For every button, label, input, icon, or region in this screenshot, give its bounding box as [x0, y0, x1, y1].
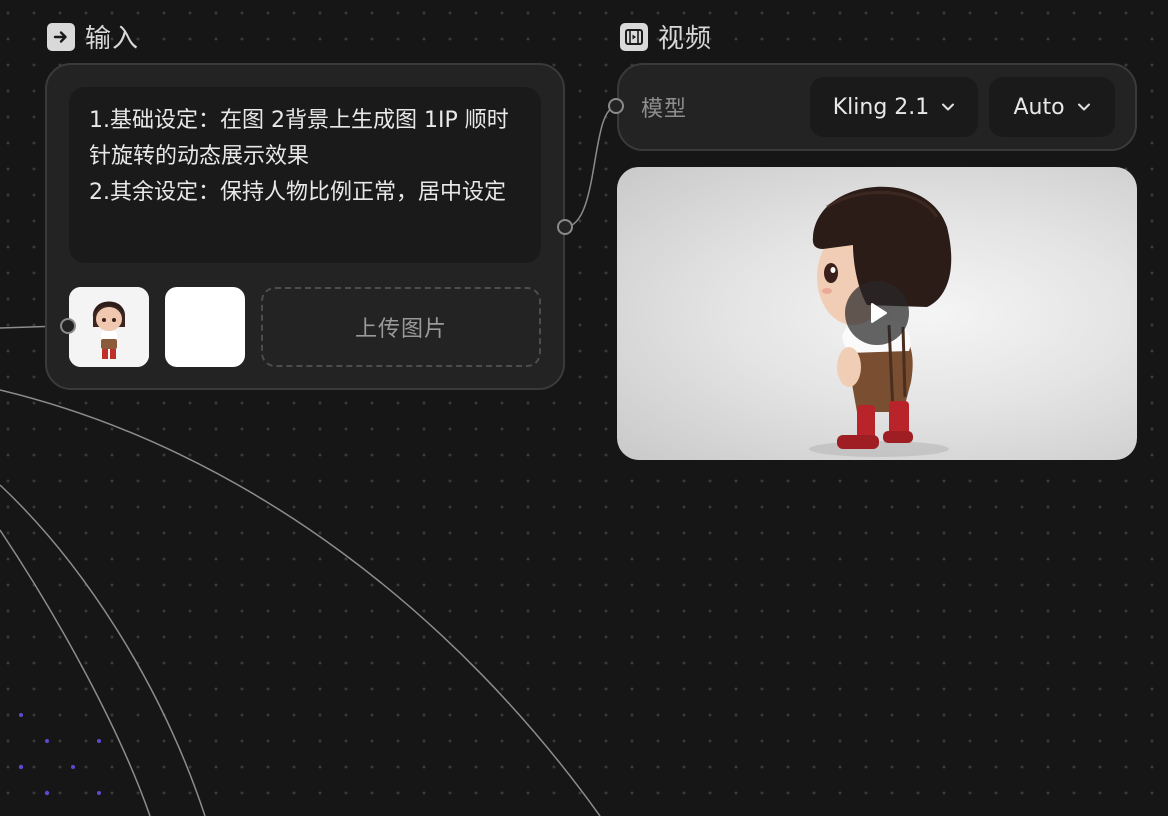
arrow-in-icon — [47, 22, 75, 51]
play-icon — [871, 303, 887, 323]
input-node-label: 输入 — [85, 24, 140, 54]
ratio-select-value: Auto — [1013, 94, 1065, 120]
video-node-label: 视频 — [658, 24, 713, 54]
model-select-value: Kling 2.1 — [832, 94, 930, 120]
upload-image-button[interactable]: 上传图片 — [261, 287, 541, 367]
prompt-textarea[interactable]: 1.基础设定：在图 2背景上生成图 1IP 顺时针旋转的动态展示效果 2.其余设… — [69, 87, 541, 263]
chevron-down-icon — [1077, 103, 1090, 111]
output-port[interactable] — [557, 219, 573, 235]
input-port[interactable] — [60, 318, 76, 334]
model-label: 模型 — [641, 97, 688, 122]
reference-image-1[interactable] — [69, 287, 149, 367]
character-thumbnail — [69, 287, 149, 367]
input-node-card[interactable]: 1.基础设定：在图 2背景上生成图 1IP 顺时针旋转的动态展示效果 2.其余设… — [45, 63, 565, 390]
video-preview[interactable] — [617, 167, 1137, 460]
video-settings-card: 模型 Kling 2.1 Auto — [617, 63, 1137, 151]
video-node-title: 视频 — [620, 18, 712, 55]
chevron-down-icon — [942, 103, 955, 111]
selection-dots — [18, 713, 101, 796]
video-input-port[interactable] — [608, 98, 624, 114]
input-node-title: 输入 — [47, 18, 139, 55]
film-icon — [620, 22, 648, 51]
reference-image-2[interactable] — [165, 287, 245, 367]
play-button[interactable] — [845, 281, 909, 345]
ratio-select[interactable]: Auto — [989, 77, 1115, 137]
model-select[interactable]: Kling 2.1 — [810, 77, 978, 137]
